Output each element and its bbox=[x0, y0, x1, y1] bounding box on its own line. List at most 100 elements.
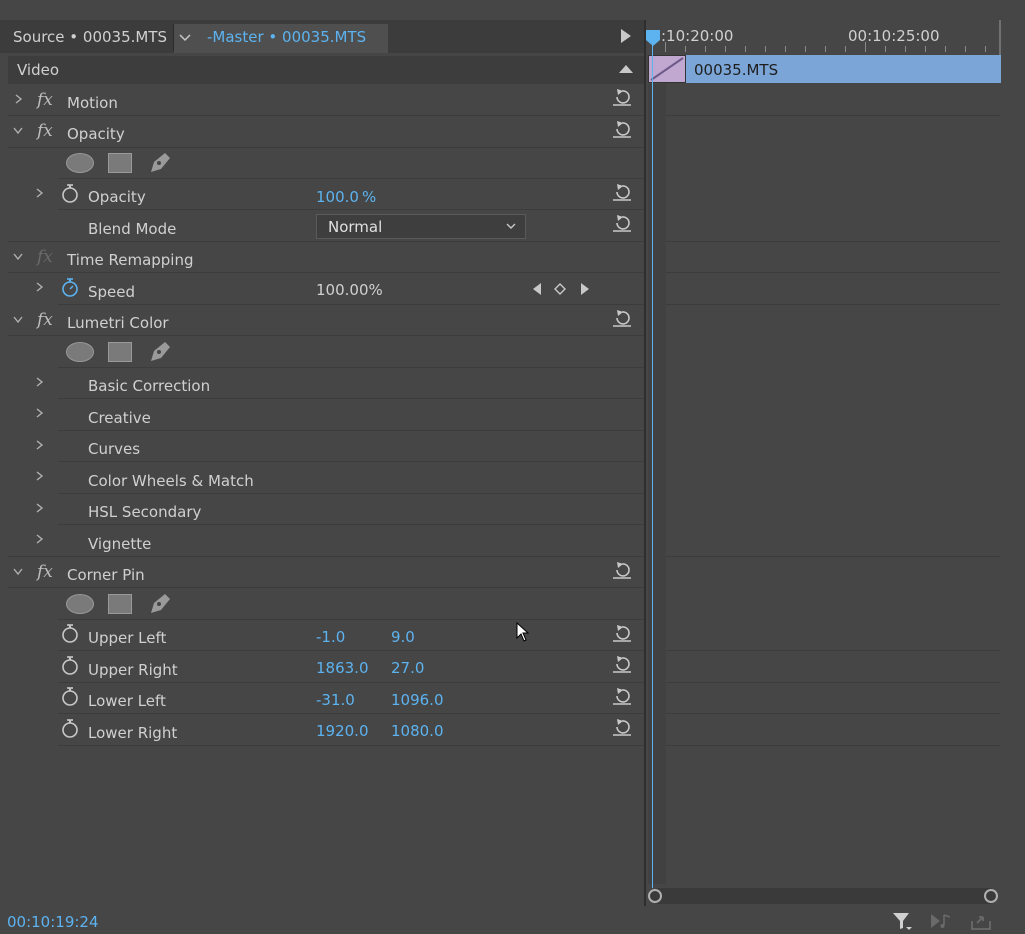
current-timecode[interactable]: 00:10:19:24 bbox=[7, 913, 99, 931]
reset-icon[interactable] bbox=[612, 687, 632, 705]
corner-upper-left-label: Upper Left bbox=[88, 629, 167, 647]
ruler-tick bbox=[685, 46, 686, 52]
pen-mask-icon[interactable] bbox=[147, 339, 173, 363]
video-section-label: Video bbox=[17, 61, 60, 79]
corner-upper-right-x[interactable]: 1863.0 bbox=[316, 659, 369, 677]
chevron-right-icon[interactable] bbox=[33, 502, 45, 514]
blend-mode-value[interactable]: Normal bbox=[328, 218, 382, 236]
previous-keyframe-icon[interactable] bbox=[531, 282, 543, 296]
chevron-down-icon[interactable] bbox=[177, 29, 193, 45]
tab-master-label[interactable]: -Master • 00035.MTS bbox=[207, 28, 366, 46]
corner-lower-right-y[interactable]: 1080.0 bbox=[391, 722, 444, 740]
pen-mask-icon[interactable] bbox=[147, 591, 173, 615]
play-icon[interactable] bbox=[620, 29, 632, 43]
ruler-tick bbox=[765, 46, 766, 52]
chevron-right-icon[interactable] bbox=[33, 407, 45, 419]
chevron-right-icon[interactable] bbox=[33, 439, 45, 451]
effect-corner-pin: Corner Pin bbox=[67, 566, 145, 584]
chevron-down-icon[interactable] bbox=[12, 565, 24, 577]
stopwatch-icon[interactable] bbox=[61, 719, 79, 739]
lumetri-vignette[interactable]: Vignette bbox=[88, 535, 151, 553]
fx-icon[interactable]: fx bbox=[37, 247, 53, 267]
chevron-right-icon[interactable] bbox=[12, 93, 24, 105]
rectangle-mask-icon[interactable] bbox=[108, 342, 132, 362]
corner-lower-left-y[interactable]: 1096.0 bbox=[391, 691, 444, 709]
ruler-tick bbox=[805, 46, 806, 52]
fx-icon[interactable]: fx bbox=[37, 562, 53, 582]
collapse-up-icon[interactable] bbox=[619, 64, 633, 73]
lumetri-creative[interactable]: Creative bbox=[88, 409, 151, 427]
scrollbar-right-handle[interactable] bbox=[984, 889, 998, 903]
timeline-scrollbar[interactable] bbox=[651, 888, 997, 904]
ellipse-mask-icon[interactable] bbox=[66, 153, 94, 173]
ruler-time-label: 00:10:25:00 bbox=[848, 27, 940, 45]
chevron-down-icon[interactable] bbox=[12, 313, 24, 325]
lumetri-color-wheels[interactable]: Color Wheels & Match bbox=[88, 472, 254, 490]
opacity-value[interactable]: 100.0 bbox=[316, 188, 359, 206]
chevron-right-icon[interactable] bbox=[33, 187, 45, 199]
chevron-down-icon[interactable] bbox=[12, 250, 24, 262]
reset-icon[interactable] bbox=[612, 718, 632, 736]
timeline-lane bbox=[648, 84, 666, 884]
fx-icon[interactable]: fx bbox=[37, 90, 53, 110]
stopwatch-icon[interactable] bbox=[61, 624, 79, 644]
fx-icon[interactable]: fx bbox=[37, 310, 53, 330]
ruler-tick bbox=[905, 46, 906, 52]
chevron-right-icon[interactable] bbox=[33, 470, 45, 482]
chevron-down-icon[interactable] bbox=[505, 221, 517, 231]
playhead-line[interactable] bbox=[652, 44, 653, 888]
rectangle-mask-icon[interactable] bbox=[108, 594, 132, 614]
timeline-area[interactable] bbox=[646, 20, 1025, 905]
lumetri-curves[interactable]: Curves bbox=[88, 440, 140, 458]
blend-mode-label: Blend Mode bbox=[88, 220, 177, 238]
stopwatch-icon[interactable] bbox=[61, 184, 79, 204]
ruler-tick bbox=[925, 46, 926, 52]
tab-source[interactable]: Source • 00035.MTS bbox=[13, 28, 167, 46]
corner-lower-left-x[interactable]: -31.0 bbox=[316, 691, 355, 709]
reset-icon[interactable] bbox=[612, 561, 632, 579]
opacity-property-label: Opacity bbox=[88, 188, 146, 206]
ruler-time-label: :10:20:00 bbox=[661, 27, 734, 45]
reset-icon[interactable] bbox=[612, 655, 632, 673]
clip-transition-thumb[interactable] bbox=[648, 55, 686, 83]
stopwatch-icon[interactable] bbox=[61, 278, 79, 298]
corner-lower-right-label: Lower Right bbox=[88, 724, 178, 742]
scrollbar-left-handle[interactable] bbox=[648, 889, 662, 903]
chevron-down-icon[interactable] bbox=[12, 124, 24, 136]
ruler-tick bbox=[945, 46, 946, 52]
reset-icon[interactable] bbox=[612, 88, 632, 106]
reset-icon[interactable] bbox=[612, 309, 632, 327]
chevron-right-icon[interactable] bbox=[33, 533, 45, 545]
pen-mask-icon[interactable] bbox=[147, 150, 173, 174]
speed-value[interactable]: 100.00% bbox=[316, 281, 383, 299]
reset-icon[interactable] bbox=[612, 214, 632, 232]
audio-play-icon[interactable] bbox=[930, 911, 952, 931]
export-icon[interactable] bbox=[970, 911, 992, 931]
stopwatch-icon[interactable] bbox=[61, 687, 79, 707]
ellipse-mask-icon[interactable] bbox=[66, 342, 94, 362]
chevron-right-icon[interactable] bbox=[33, 376, 45, 388]
corner-upper-left-y[interactable]: 9.0 bbox=[391, 628, 415, 646]
lumetri-hsl-secondary[interactable]: HSL Secondary bbox=[88, 503, 201, 521]
next-keyframe-icon[interactable] bbox=[579, 282, 591, 296]
opacity-unit: % bbox=[362, 188, 377, 206]
ruler-tick bbox=[845, 46, 846, 52]
mouse-cursor-icon bbox=[516, 622, 530, 642]
ellipse-mask-icon[interactable] bbox=[66, 594, 94, 614]
chevron-right-icon[interactable] bbox=[33, 281, 45, 293]
filter-icon[interactable] bbox=[892, 911, 914, 931]
footer-bar bbox=[0, 906, 1025, 934]
corner-upper-left-x[interactable]: -1.0 bbox=[316, 628, 345, 646]
rectangle-mask-icon[interactable] bbox=[108, 153, 132, 173]
reset-icon[interactable] bbox=[612, 624, 632, 642]
corner-upper-right-y[interactable]: 27.0 bbox=[391, 659, 424, 677]
add-keyframe-icon[interactable] bbox=[553, 282, 567, 296]
corner-lower-right-x[interactable]: 1920.0 bbox=[316, 722, 369, 740]
lumetri-basic-correction[interactable]: Basic Correction bbox=[88, 377, 210, 395]
playhead-icon[interactable] bbox=[645, 30, 661, 46]
ruler-tick bbox=[705, 46, 706, 52]
reset-icon[interactable] bbox=[612, 183, 632, 201]
stopwatch-icon[interactable] bbox=[61, 656, 79, 676]
fx-icon[interactable]: fx bbox=[37, 121, 53, 141]
reset-icon[interactable] bbox=[612, 120, 632, 138]
